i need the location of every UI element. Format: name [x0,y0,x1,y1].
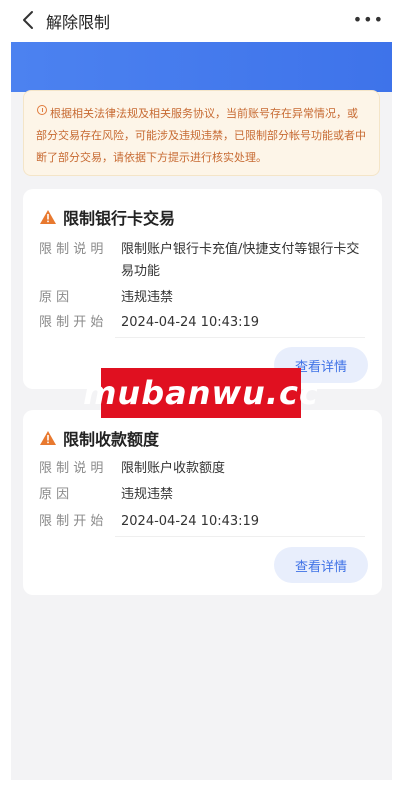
row-value: 2024-04-24 10:43:19 [121,315,260,330]
warning-triangle-icon [40,210,56,224]
top-nav-bar: 解除限制 ••• [0,0,402,42]
row-start-time: 限 制 开 始 2024-04-24 10:43:19 [39,511,366,533]
view-details-button[interactable]: 查看详情 [274,547,368,583]
row-reason: 原 因 违规违禁 [39,287,366,309]
watermark-logo: mubanwu.cc [83,368,318,418]
row-start-time: 限 制 开 始 2024-04-24 10:43:19 [39,312,366,334]
back-chevron-icon[interactable] [18,9,40,31]
more-dots-icon[interactable]: ••• [353,10,384,29]
row-description: 限 制 说 明 限制账户银行卡充值/快捷支付等银行卡交易功能 [39,239,366,283]
divider [115,536,365,537]
warning-triangle-icon [40,431,56,445]
blue-banner [11,42,392,92]
row-key: 原 因 [39,487,70,502]
row-value: 违规违禁 [121,290,174,305]
notice-text: 根据相关法律法规及相关服务协议，当前账号存在异常情况，或部分交易存在风险，可能涉… [36,107,366,164]
page-title: 解除限制 [46,13,111,32]
row-description: 限 制 说 明 限制账户收款额度 [39,458,366,480]
row-reason: 原 因 违规违禁 [39,484,366,506]
restriction-card-bank: 限制银行卡交易 限 制 说 明 限制账户银行卡充值/快捷支付等银行卡交易功能 原… [23,189,382,389]
row-value: 违规违禁 [121,487,174,502]
risk-notice: 根据相关法律法规及相关服务协议，当前账号存在异常情况，或部分交易存在风险，可能涉… [23,90,380,176]
row-value: 2024-04-24 10:43:19 [121,514,260,529]
card-title: 限制银行卡交易 [39,205,175,229]
restriction-card-receive: 限制收款额度 限 制 说 明 限制账户收款额度 原 因 违规违禁 限 制 开 始… [23,410,382,595]
row-value: 限制账户银行卡充值/快捷支付等银行卡交易功能 [121,242,360,279]
card-title-text: 限制收款额度 [63,430,160,449]
card-title-text: 限制银行卡交易 [63,209,176,228]
row-value: 限制账户收款额度 [121,461,226,476]
row-key: 原 因 [39,290,70,305]
row-key: 限 制 说 明 [39,461,104,476]
row-key: 限 制 开 始 [39,514,104,529]
row-key: 限 制 开 始 [39,315,104,330]
card-title: 限制收款额度 [39,426,159,450]
info-circle-icon [37,105,47,115]
divider [115,337,365,338]
row-key: 限 制 说 明 [39,242,104,257]
